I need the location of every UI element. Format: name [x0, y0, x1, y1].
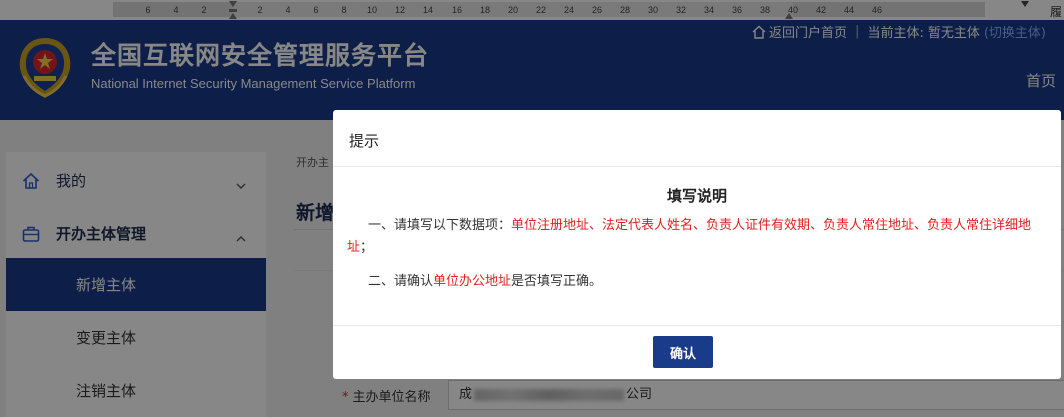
instruction-text: 是否填写正确。: [511, 274, 603, 289]
prompt-dialog: 提示 填写说明 一、请填写以下数据项：单位注册地址、法定代表人姓名、负责人证件有…: [333, 110, 1061, 379]
dialog-header: 提示: [333, 110, 1061, 167]
instruction-line-1: 一、请填写以下数据项：单位注册地址、法定代表人姓名、负责人证件有效期、负责人常住…: [347, 215, 1037, 259]
instruction-line-2: 二、请确认单位办公地址是否填写正确。: [347, 271, 1037, 293]
instructions-title: 填写说明: [666, 187, 727, 205]
instruction-text: 一、请填写以下数据项：: [368, 218, 512, 233]
confirm-button[interactable]: 确认: [653, 336, 713, 368]
instruction-text: 二、请确认: [368, 274, 434, 289]
instruction-text: ；: [360, 240, 374, 255]
dialog-title: 提示: [349, 132, 380, 150]
dialog-body: 填写说明 一、请填写以下数据项：单位注册地址、法定代表人姓名、负责人证件有效期、…: [333, 167, 1061, 326]
instruction-highlight: 单位办公地址: [433, 274, 512, 289]
